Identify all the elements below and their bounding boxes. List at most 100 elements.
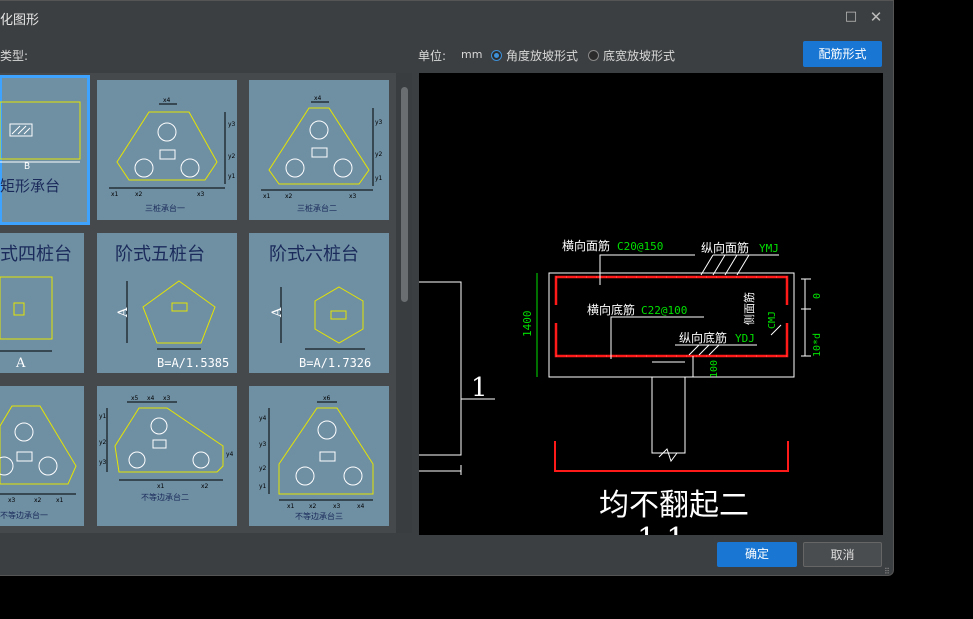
thumb-1-dim: B — [24, 162, 30, 172]
rebar-shape-dialog: 化图形 □ ✕ 类型: 单位: mm 角度放坡形式 底宽放坡形式 配筋形式 B … — [0, 0, 894, 576]
thumb-8-dim-x2: x2 — [201, 483, 209, 490]
thumb-1-title: 矩形承台 — [0, 177, 60, 195]
thumb-5-dim-a: A — [116, 307, 131, 318]
thumb-3-dim-x1: x1 — [263, 193, 271, 200]
spec-top-rebar-v: YMJ — [759, 242, 779, 255]
shape-thumb-five-pile[interactable]: 阶式五桩台 A B=A/1.5385 — [97, 233, 237, 373]
label-side-rebar: 侧面筋 — [742, 292, 756, 325]
thumb-5-title: 阶式五桩台 — [115, 244, 205, 265]
thumb-3-dim-x4: x4 — [314, 95, 322, 102]
radio-width-dot[interactable] — [588, 50, 599, 61]
shape-gallery: B 矩形承台 x4 y3 y2 y1 x1 x2 x3 三桩承台一 x4 y3 … — [0, 73, 396, 533]
thumb-8-dim-y4: y4 — [226, 451, 234, 458]
thumb-9-dim-y4: y4 — [259, 415, 267, 422]
thumb-9-title: 不等边承台三 — [295, 511, 343, 521]
thumb-2-dim-y1: y1 — [228, 173, 236, 180]
type-label: 类型: — [0, 49, 29, 63]
maximize-icon[interactable]: □ — [841, 7, 861, 27]
rebar-form-button[interactable]: 配筋形式 — [803, 41, 882, 67]
radio-angle-label: 角度放坡形式 — [506, 49, 579, 63]
unit-label: 单位: — [418, 49, 447, 63]
dim-height: 1400 — [521, 311, 534, 338]
thumb-7-title: 不等边承台一 — [0, 510, 48, 520]
thumb-7-dim-x1: x1 — [56, 497, 64, 504]
thumb-9-dim-x6: x6 — [323, 395, 331, 402]
thumb-4-dim: A — [15, 356, 26, 371]
thumb-8-dim-x4: x4 — [147, 395, 155, 402]
radio-width-label: 底宽放坡形式 — [603, 49, 676, 63]
thumb-2-dim-y3: y3 — [228, 121, 236, 128]
thumb-8-dim-x3: x3 — [163, 395, 171, 402]
shape-thumb-rect-cap[interactable]: B 矩形承台 — [0, 75, 90, 225]
note-text: 均不翻起二 — [599, 488, 749, 523]
shape-thumb-four-pile-drawing: 式四桩台 A — [0, 244, 72, 371]
radio-angle-slope[interactable]: 角度放坡形式 — [491, 47, 578, 64]
thumb-9-dim-y3: y3 — [259, 441, 267, 448]
thumb-6-dim-a: A — [270, 307, 285, 318]
thumb-3-dim-y1: y1 — [375, 175, 383, 182]
label-bot-rebar-v: 纵向底筋 — [679, 330, 727, 345]
thumb-3-dim-x2: x2 — [285, 193, 293, 200]
thumb-9-dim-x3: x3 — [333, 503, 341, 510]
thumb-9-dim-x2: x2 — [309, 503, 317, 510]
thumb-8-title: 不等边承台二 — [141, 492, 189, 502]
shape-thumb-rect-cap-drawing: B 矩形承台 — [0, 101, 81, 195]
thumb-3-dim-x3: x3 — [349, 193, 357, 200]
shape-thumb-three-pile-1[interactable]: x4 y3 y2 y1 x1 x2 x3 三桩承台一 — [97, 80, 237, 220]
thumb-3-title: 三桩承台二 — [297, 203, 337, 213]
resize-grip-icon[interactable]: ⠿ — [884, 567, 890, 576]
radio-angle-dot[interactable] — [491, 50, 502, 61]
thumb-8-dim-y2: y2 — [99, 439, 107, 446]
thumb-2-dim-x3: x3 — [197, 191, 205, 198]
shape-thumb-six-pile[interactable]: 阶式六桩台 A B=A/1.7326 — [249, 233, 389, 373]
thumb-8-dim-y3: y3 — [99, 459, 107, 466]
shape-thumb-six-pile-drawing: 阶式六桩台 A B=A/1.7326 — [269, 244, 371, 370]
thumb-8-dim-x5: x5 — [131, 395, 139, 402]
thumb-2-dim-x2: x2 — [135, 191, 143, 198]
shape-thumb-three-pile-2-drawing: x4 y3 y2 y1 x1 x2 x3 三桩承台二 — [261, 95, 383, 213]
window-title: 化图形 — [0, 13, 40, 28]
shape-thumb-four-pile[interactable]: 式四桩台 A — [0, 233, 84, 373]
dim-100: 100 — [709, 360, 720, 378]
rebar-preview-canvas: 1 横向面筋 C20@150 纵向面筋 YMJ 横向底筋 C22@100 纵向底… — [419, 73, 883, 535]
section-mark: 1 — [471, 373, 488, 403]
shape-thumb-unequal-3-drawing: x6 y4 y3 y2 y1 x1 x2 x3 x4 不等边承台三 — [259, 395, 374, 521]
shape-thumb-unequal-3[interactable]: x6 y4 y3 y2 y1 x1 x2 x3 x4 不等边承台三 — [249, 386, 389, 526]
thumb-3-dim-y3: y3 — [375, 119, 383, 126]
thumb-6-title: 阶式六桩台 — [269, 244, 359, 265]
dim-zero: 0 — [812, 293, 823, 299]
thumb-6-formula: B=A/1.7326 — [299, 356, 371, 370]
shape-thumb-three-pile-1-drawing: x4 y3 y2 y1 x1 x2 x3 三桩承台一 — [109, 97, 236, 213]
cancel-button[interactable]: 取消 — [803, 542, 882, 567]
radio-width-slope[interactable]: 底宽放坡形式 — [588, 47, 675, 64]
thumb-2-dim-x1: x1 — [111, 191, 119, 198]
label-bot-rebar-h: 横向底筋 — [587, 302, 635, 317]
spec-top-rebar-h: C20@150 — [617, 240, 663, 253]
shape-thumb-unequal-1-drawing: x3 x2 x1 不等边承台一 — [0, 405, 77, 520]
note-below-text: 1-1 — [637, 522, 685, 535]
dim-anchor: 10*d — [812, 333, 823, 357]
spec-side-rebar: CMJ — [767, 311, 778, 329]
spec-bot-rebar-h: C22@100 — [641, 304, 687, 317]
label-top-rebar-v: 纵向面筋 — [701, 240, 749, 255]
label-top-rebar-h: 横向面筋 — [562, 238, 610, 253]
shape-thumb-three-pile-2[interactable]: x4 y3 y2 y1 x1 x2 x3 三桩承台二 — [249, 80, 389, 220]
thumb-7-dim-x2: x2 — [34, 497, 42, 504]
rebar-preview-drawing: 1 横向面筋 C20@150 纵向面筋 YMJ 横向底筋 C22@100 纵向底… — [419, 238, 823, 535]
shape-thumb-five-pile-drawing: 阶式五桩台 A B=A/1.5385 — [115, 244, 229, 370]
thumb-4-title: 式四桩台 — [0, 244, 72, 265]
title-bar: 化图形 □ ✕ — [0, 1, 893, 33]
thumb-8-dim-x1: x1 — [157, 483, 165, 490]
unit-value: mm — [461, 48, 483, 61]
gallery-scrollbar-thumb[interactable] — [401, 87, 408, 302]
ok-button[interactable]: 确定 — [717, 542, 797, 567]
close-icon[interactable]: ✕ — [866, 7, 886, 27]
shape-thumb-unequal-1[interactable]: x3 x2 x1 不等边承台一 — [0, 386, 84, 526]
thumb-3-dim-y2: y2 — [375, 151, 383, 158]
thumb-5-formula: B=A/1.5385 — [157, 356, 229, 370]
spec-bot-rebar-v: YDJ — [735, 332, 755, 345]
thumb-7-dim-x3: x3 — [8, 497, 16, 504]
thumb-2-dim-y2: y2 — [228, 153, 236, 160]
thumb-9-dim-y2: y2 — [259, 465, 267, 472]
shape-thumb-unequal-2[interactable]: x5 x4 x3 y1 y2 y3 x1 x2 y4 不等边承台二 — [97, 386, 237, 526]
